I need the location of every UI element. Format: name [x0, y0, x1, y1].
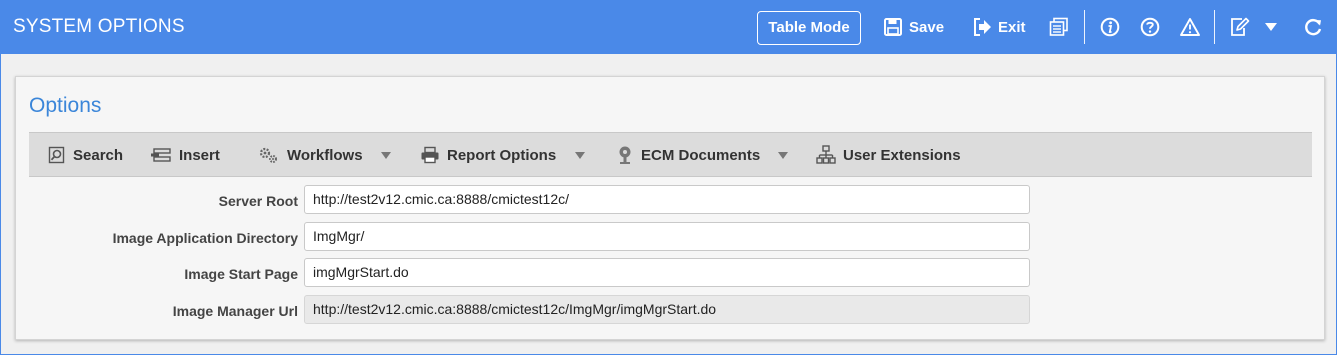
search-icon — [48, 146, 65, 164]
help-icon[interactable] — [1140, 17, 1160, 37]
page-title: SYSTEM OPTIONS — [13, 16, 185, 37]
image-manager-url-label: Image Manager Url — [172, 303, 298, 319]
server-root-input[interactable]: http://test2v12.cmic.ca:8888/cmictest12c… — [304, 185, 1030, 214]
action-toolbar: Search Insert Workflows Report Options E… — [29, 132, 1312, 177]
exit-button[interactable]: Exit — [972, 16, 1026, 38]
toolbar-divider — [1214, 10, 1215, 44]
workflows-button[interactable]: Workflows — [258, 145, 363, 165]
insert-icon — [151, 148, 171, 162]
refresh-icon[interactable] — [1303, 17, 1323, 37]
image-manager-url-field: http://test2v12.cmic.ca:8888/cmictest12c… — [304, 295, 1030, 324]
ecm-documents-button[interactable]: ECM Documents — [616, 145, 760, 165]
chevron-down-icon[interactable] — [1264, 22, 1278, 32]
image-start-page-input[interactable]: imgMgrStart.do — [304, 258, 1030, 287]
report-options-label: Report Options — [447, 146, 557, 164]
ecm-documents-label: ECM Documents — [641, 146, 761, 164]
toolbar-divider — [1084, 10, 1085, 44]
warning-icon[interactable] — [1180, 17, 1200, 37]
save-icon — [884, 18, 902, 36]
image-start-page-label: Image Start Page — [184, 266, 298, 282]
search-label: Search — [73, 146, 124, 164]
save-button[interactable]: Save — [883, 16, 944, 38]
options-panel: Options Search Insert Workflows Report O… — [15, 76, 1325, 340]
workflows-dropdown-caret[interactable] — [381, 152, 391, 159]
user-extensions-label: User Extensions — [843, 146, 961, 164]
table-mode-button[interactable]: Table Mode — [757, 11, 861, 45]
exit-icon — [974, 18, 991, 36]
image-app-dir-input[interactable]: ImgMgr/ — [304, 222, 1030, 251]
content-area: Options Search Insert Workflows Report O… — [0, 54, 1337, 355]
printer-icon — [421, 146, 439, 164]
server-root-label: Server Root — [218, 193, 298, 209]
edit-icon[interactable] — [1230, 17, 1250, 37]
panel-title: Options — [29, 94, 102, 117]
hierarchy-icon — [816, 145, 836, 164]
top-bar: SYSTEM OPTIONS Table Mode Save Exit — [0, 0, 1337, 54]
exit-label: Exit — [998, 18, 1026, 36]
image-app-dir-label: Image Application Directory — [112, 230, 298, 246]
save-label: Save — [909, 18, 945, 36]
report-options-button[interactable]: Report Options — [420, 145, 556, 165]
gears-icon — [259, 147, 277, 163]
report-options-dropdown-caret[interactable] — [575, 152, 585, 159]
search-button[interactable]: Search — [48, 145, 123, 165]
user-extensions-button[interactable]: User Extensions — [816, 145, 961, 165]
workflows-label: Workflows — [287, 146, 363, 164]
ecm-icon — [619, 146, 631, 164]
insert-button[interactable]: Insert — [150, 145, 220, 165]
window-icon[interactable] — [1049, 17, 1069, 37]
ecm-documents-dropdown-caret[interactable] — [778, 152, 788, 159]
info-icon[interactable] — [1100, 17, 1120, 37]
insert-label: Insert — [179, 146, 220, 164]
